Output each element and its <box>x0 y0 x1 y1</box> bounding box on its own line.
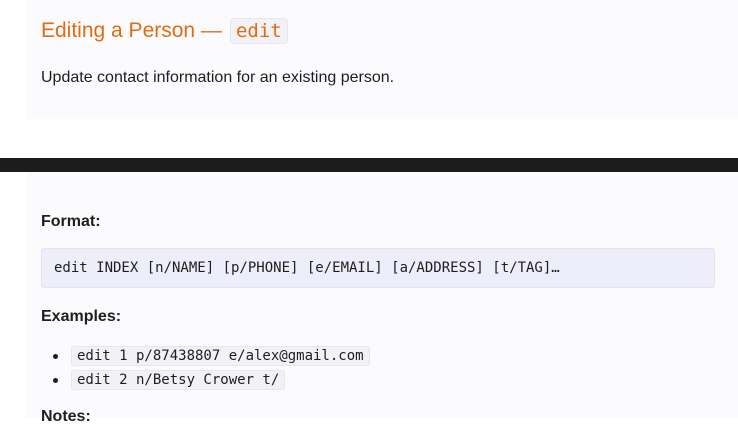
bullet-icon <box>53 353 58 359</box>
page-title: Editing a Person — edit <box>41 18 288 44</box>
page-description: Update contact information for an existi… <box>41 69 395 86</box>
list-item: edit 2 n/Betsy Crower t/ <box>41 368 370 392</box>
header-card: Editing a Person — edit Update contact i… <box>26 0 738 119</box>
bullet-icon <box>53 377 58 383</box>
section-divider-bar <box>0 158 738 172</box>
example-code: edit 2 n/Betsy Crower t/ <box>71 370 286 390</box>
format-heading: Format: <box>41 213 101 230</box>
content-card: Format: edit INDEX [n/NAME] [p/PHONE] [e… <box>26 172 738 425</box>
page-title-text: Editing a Person — <box>41 19 222 42</box>
notes-heading: Notes: <box>41 408 91 425</box>
page-title-code: edit <box>229 18 288 44</box>
example-code: edit 1 p/87438807 e/alex@gmail.com <box>71 346 370 366</box>
format-code-block: edit INDEX [n/NAME] [p/PHONE] [e/EMAIL] … <box>41 248 715 288</box>
examples-list: edit 1 p/87438807 e/alex@gmail.com edit … <box>41 344 370 392</box>
examples-heading: Examples: <box>41 308 122 325</box>
list-item: edit 1 p/87438807 e/alex@gmail.com <box>41 344 370 368</box>
